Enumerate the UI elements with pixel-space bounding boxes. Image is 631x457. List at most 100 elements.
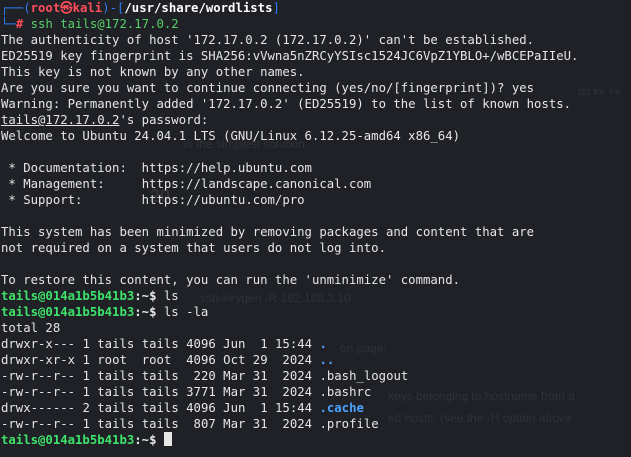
ls-name: .profile: [319, 417, 379, 431]
ls-month: Mar: [223, 417, 246, 431]
ls-day: 31: [252, 417, 268, 431]
ls-row: -rw-r--r-- 1 tails tails 220 Mar 31 2024…: [1, 368, 631, 384]
kali-command-line: └─# ssh tails@172.17.0.2: [1, 17, 179, 31]
ls-time: 15:44: [275, 337, 313, 351]
ls-time: 2024: [275, 417, 313, 431]
ls-time: 2024: [275, 369, 313, 383]
ls-name: ..: [319, 353, 335, 367]
ls-group: tails: [141, 417, 179, 431]
ls-group: tails: [141, 401, 179, 415]
ls-perms: -rw-r--r--: [1, 417, 76, 431]
ls-links: 1: [82, 369, 90, 383]
link-label: * Documentation:: [1, 161, 127, 175]
ls-group: root: [141, 353, 179, 367]
ls-links: 2: [82, 401, 90, 415]
remote-user-host: tails@014a1b5b41b3: [1, 289, 135, 303]
ls-perms: -rw-r--r--: [1, 385, 76, 399]
support-link-line: * Support: https://ubuntu.com/pro: [1, 192, 631, 208]
ls-size: 807: [186, 417, 216, 431]
output-line: ED25519 key fingerprint is SHA256:vVwna5…: [1, 49, 579, 63]
ls-perms: drwxr-x---: [1, 337, 76, 351]
output-line: Warning: Permanently added '172.17.0.2' …: [1, 97, 572, 111]
ls-size: 4096: [186, 337, 216, 351]
ls-month: Jun: [223, 401, 246, 415]
ls-perms: drwx------: [1, 401, 76, 415]
ls-month: Jun: [223, 337, 246, 351]
prompt-user: root: [30, 1, 61, 15]
ssh-command: ssh tails@172.17.0.2: [30, 17, 179, 31]
management-link[interactable]: https://landscape.canonical.com: [142, 177, 372, 191]
ls-row: -rw-r--r-- 1 tails tails 3771 Mar 31 202…: [1, 384, 631, 400]
ls-listing: drwxr-x--- 1 tails tails 4096 Jun 1 15:4…: [1, 336, 631, 432]
kali-prompt-line: ┌──(root㉿kali)-[/usr/share/wordlists]: [1, 1, 280, 15]
minimized-line: This system has been minimized by removi…: [1, 225, 535, 239]
prompt-hash: #: [15, 17, 24, 31]
ls-day: 1: [252, 401, 268, 415]
ls-time: 15:44: [275, 401, 313, 415]
ls-command: ls: [163, 289, 179, 303]
prompt-at-symbol: ㉿: [60, 1, 73, 15]
remote-user-host: tails@014a1b5b41b3: [1, 433, 135, 447]
ls-day: 1: [252, 337, 268, 351]
ls-la-command: ls -la: [163, 305, 209, 319]
remote-prompt-sep: :~$: [134, 433, 164, 447]
ls-group: tails: [141, 369, 179, 383]
ls-month: Mar: [223, 385, 246, 399]
ls-owner: root: [97, 353, 135, 367]
remote-prompt-sep: :~$: [134, 289, 164, 303]
output-line: This key is not known by any other names…: [1, 65, 305, 79]
ls-links: 1: [82, 417, 90, 431]
link-label: * Support:: [1, 193, 83, 207]
terminal-cursor: [163, 432, 172, 446]
prompt-host: kali: [72, 1, 103, 15]
ls-name: .: [319, 337, 327, 351]
ls-name: .cache: [319, 401, 364, 415]
ls-size: 4096: [186, 401, 216, 415]
support-link[interactable]: https://ubuntu.com/pro: [142, 193, 305, 207]
ls-row: -rw-r--r-- 1 tails tails 807 Mar 31 2024…: [1, 416, 631, 432]
password-user-host: tails@172.17.0.2: [1, 113, 120, 127]
ls-month: Oct: [223, 353, 246, 367]
mgmt-link-line: * Management: https://landscape.canonica…: [1, 176, 631, 192]
ls-row: drwx------ 2 tails tails 4096 Jun 1 15:4…: [1, 400, 631, 416]
ls-group: tails: [141, 385, 179, 399]
welcome-line: Welcome to Ubuntu 24.04.1 LTS (GNU/Linux…: [1, 129, 461, 143]
restore-line: To restore this content, you can run the…: [1, 273, 461, 287]
ls-owner: tails: [97, 417, 135, 431]
ls-perms: -rw-r--r--: [1, 369, 76, 383]
ls-row: drwxr-xr-x 1 root root 4096 Oct 29 2024 …: [1, 352, 631, 368]
remote-prompt-line: tails@014a1b5b41b3:~$ ls -la: [1, 304, 631, 320]
ls-day: 31: [252, 385, 268, 399]
ls-owner: tails: [97, 337, 135, 351]
ls-links: 1: [82, 385, 90, 399]
remote-prompt-line: tails@014a1b5b41b3:~$ ls: [1, 288, 631, 304]
terminal-window[interactable]: ┌──(root㉿kali)-[/usr/share/wordlists] └─…: [0, 0, 631, 457]
ls-owner: tails: [97, 369, 135, 383]
ls-size: 3771: [186, 385, 216, 399]
ls-links: 1: [82, 353, 90, 367]
documentation-link[interactable]: https://help.ubuntu.com: [142, 161, 312, 175]
ls-owner: tails: [97, 401, 135, 415]
output-line: The authenticity of host '172.17.0.2 (17…: [1, 33, 535, 47]
ls-size: 220: [186, 369, 216, 383]
ls-time: 2024: [275, 353, 313, 367]
ls-size: 4096: [186, 353, 216, 367]
remote-user-host: tails@014a1b5b41b3: [1, 305, 135, 319]
remote-prompt-line-active[interactable]: tails@014a1b5b41b3:~$: [1, 432, 631, 448]
ls-total: total 28: [1, 321, 61, 335]
ls-perms: drwxr-xr-x: [1, 353, 76, 367]
prompt-path: /usr/share/wordlists: [124, 1, 273, 15]
ls-row: drwxr-x--- 1 tails tails 4096 Jun 1 15:4…: [1, 336, 631, 352]
ls-owner: tails: [97, 385, 135, 399]
ls-links: 1: [82, 337, 90, 351]
ls-name: .bashrc: [319, 385, 372, 399]
password-prompt-line: tails@172.17.0.2's password:: [1, 112, 631, 128]
ls-group: tails: [141, 337, 179, 351]
ls-day: 31: [252, 369, 268, 383]
ls-month: Mar: [223, 369, 246, 383]
ls-name: .bash_logout: [319, 369, 409, 383]
ls-time: 2024: [275, 385, 313, 399]
doc-link-line: * Documentation: https://help.ubuntu.com: [1, 160, 631, 176]
minimized-line: not required on a system that users do n…: [1, 241, 386, 255]
link-label: * Management:: [1, 177, 105, 191]
